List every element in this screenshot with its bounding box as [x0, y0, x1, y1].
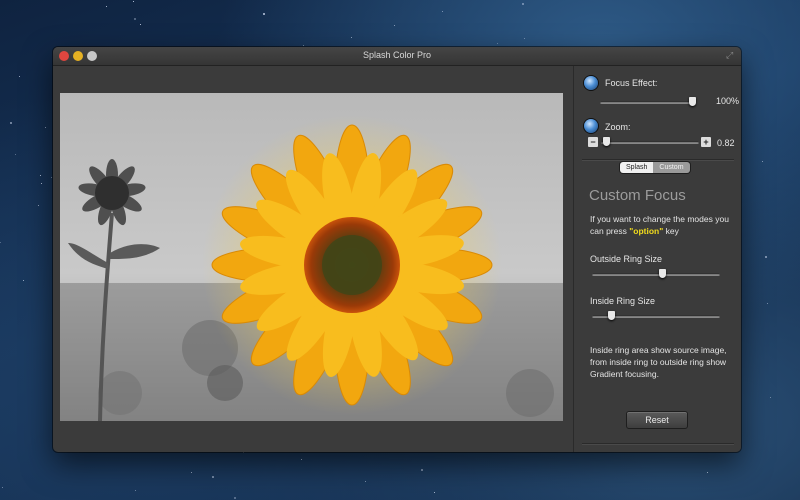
focus-icon: [584, 76, 598, 90]
star: [38, 205, 39, 206]
option-key-highlight: "option": [629, 226, 664, 236]
star: [19, 76, 20, 77]
section-heading: Custom Focus: [589, 187, 686, 204]
star: [365, 481, 366, 482]
focus-effect-slider-thumb[interactable]: [689, 97, 696, 106]
reset-button[interactable]: Reset: [626, 411, 688, 429]
star: [394, 25, 395, 26]
star: [133, 1, 134, 2]
star: [40, 175, 41, 176]
star: [762, 161, 763, 162]
focus-effect-value: 100%: [716, 96, 740, 106]
star: [767, 303, 768, 304]
star: [497, 43, 498, 44]
star: [351, 37, 352, 38]
outside-ring-label: Outside Ring Size: [590, 254, 663, 264]
star: [191, 472, 192, 473]
star: [522, 3, 524, 5]
star: [23, 280, 24, 281]
tab-custom[interactable]: Custom: [653, 162, 690, 173]
star: [10, 122, 12, 124]
fullscreen-icon[interactable]: ⤢: [726, 51, 735, 60]
tab-splash[interactable]: Splash: [620, 162, 654, 173]
star: [707, 472, 708, 473]
app-window: Splash Color Pro ⤢ Focus Effect: 100% Zo…: [53, 47, 741, 452]
control-sidebar: Focus Effect: 100% Zoom: − + 0.82 Splash…: [573, 66, 741, 452]
star: [303, 45, 304, 46]
star: [434, 492, 435, 493]
star: [243, 452, 244, 453]
inside-ring-label: Inside Ring Size: [590, 296, 656, 306]
photo-canvas[interactable]: [60, 93, 563, 421]
star: [421, 469, 423, 471]
star: [770, 397, 771, 398]
ring-description: Inside ring area show source image, from…: [590, 345, 727, 379]
star: [765, 256, 767, 258]
inside-ring-slider-thumb[interactable]: [608, 311, 615, 320]
star: [263, 13, 265, 15]
star: [41, 183, 42, 184]
divider: [582, 159, 734, 160]
star: [442, 11, 443, 12]
outside-ring-slider-thumb[interactable]: [659, 269, 666, 278]
star: [234, 497, 236, 499]
zoom-label: Zoom:: [605, 122, 631, 132]
sunflower-photo: [60, 93, 563, 421]
mode-hint: If you want to change the modes you can …: [590, 213, 740, 237]
star: [15, 154, 16, 155]
magnifier-icon: [584, 119, 598, 133]
star: [51, 177, 52, 178]
star: [135, 490, 136, 491]
bottom-divider: [582, 443, 734, 444]
zoom-slider-thumb[interactable]: [603, 137, 610, 146]
zoom-value: 0.82: [717, 138, 735, 148]
title-bar[interactable]: Splash Color Pro ⤢: [53, 47, 741, 66]
star: [2, 487, 3, 488]
star: [134, 18, 136, 20]
focus-effect-slider[interactable]: [600, 101, 696, 104]
mode-hint-suffix: key: [663, 226, 679, 236]
zoom-out-button[interactable]: −: [588, 137, 598, 147]
star: [212, 476, 214, 478]
focus-effect-label: Focus Effect:: [605, 78, 658, 88]
star: [524, 38, 525, 39]
star: [0, 242, 1, 243]
star: [45, 127, 46, 128]
star: [106, 6, 107, 7]
outside-ring-slider[interactable]: [592, 273, 720, 276]
zoom-in-button[interactable]: +: [701, 137, 711, 147]
star: [140, 24, 141, 25]
window-title: Splash Color Pro: [362, 50, 432, 60]
zoom-slider[interactable]: [601, 141, 699, 144]
mode-segmented-control: Splash Custom: [620, 162, 690, 173]
star: [301, 459, 302, 460]
